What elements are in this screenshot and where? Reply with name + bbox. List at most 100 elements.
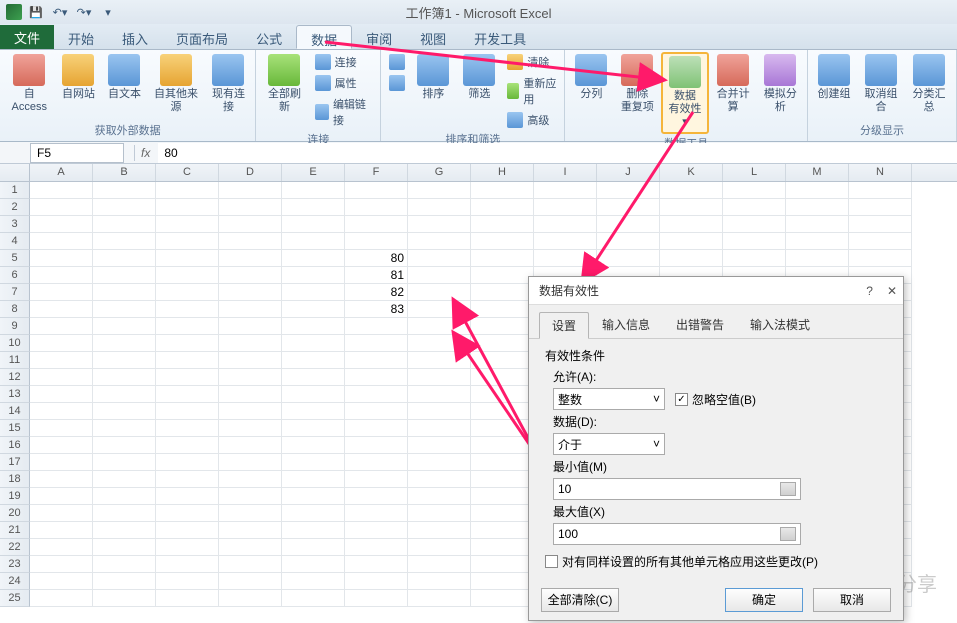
cell[interactable] <box>156 437 219 454</box>
allow-select[interactable]: 整数˅ <box>553 388 665 410</box>
range-select-icon[interactable] <box>780 527 796 541</box>
cell[interactable] <box>219 335 282 352</box>
cell[interactable] <box>408 437 471 454</box>
cell[interactable] <box>282 284 345 301</box>
cell[interactable] <box>345 182 408 199</box>
cell[interactable] <box>156 199 219 216</box>
cell[interactable] <box>471 573 534 590</box>
cell[interactable] <box>849 199 912 216</box>
cell[interactable] <box>219 267 282 284</box>
cell[interactable] <box>30 403 93 420</box>
dialog-tab-ime[interactable]: 输入法模式 <box>737 311 823 338</box>
cell[interactable] <box>408 199 471 216</box>
cell[interactable] <box>408 369 471 386</box>
cell[interactable] <box>408 335 471 352</box>
cell[interactable] <box>156 454 219 471</box>
cell[interactable] <box>345 522 408 539</box>
cell[interactable] <box>93 284 156 301</box>
cell[interactable] <box>282 437 345 454</box>
cell[interactable] <box>282 454 345 471</box>
whatif-button[interactable]: 模拟分析 <box>758 52 803 116</box>
cell[interactable] <box>156 182 219 199</box>
cell[interactable] <box>93 318 156 335</box>
cell[interactable] <box>408 471 471 488</box>
edit-links-button[interactable]: 编辑链接 <box>311 94 377 130</box>
col-header[interactable]: G <box>408 164 471 181</box>
row-header[interactable]: 1 <box>0 182 30 199</box>
cell[interactable] <box>282 573 345 590</box>
row-header[interactable]: 14 <box>0 403 30 420</box>
close-icon[interactable]: ✕ <box>887 284 897 298</box>
cell[interactable] <box>156 284 219 301</box>
cell[interactable] <box>30 505 93 522</box>
cell[interactable] <box>345 437 408 454</box>
name-box[interactable]: F5 <box>30 143 124 163</box>
col-header[interactable]: E <box>282 164 345 181</box>
select-all-corner[interactable] <box>0 164 30 181</box>
cell[interactable] <box>849 233 912 250</box>
col-header[interactable]: L <box>723 164 786 181</box>
cell[interactable] <box>345 335 408 352</box>
cell[interactable] <box>30 556 93 573</box>
cell[interactable] <box>282 420 345 437</box>
cell[interactable] <box>408 420 471 437</box>
col-header[interactable]: B <box>93 164 156 181</box>
cell[interactable] <box>471 454 534 471</box>
cell[interactable] <box>723 216 786 233</box>
cell[interactable] <box>282 590 345 607</box>
cell[interactable] <box>156 352 219 369</box>
cell[interactable] <box>723 250 786 267</box>
apply-all-checkbox[interactable]: 对有同样设置的所有其他单元格应用这些更改(P) <box>545 553 887 570</box>
cell[interactable] <box>534 216 597 233</box>
cell[interactable] <box>282 335 345 352</box>
cell[interactable] <box>93 437 156 454</box>
cell[interactable] <box>219 539 282 556</box>
cell[interactable] <box>408 556 471 573</box>
cell[interactable] <box>156 539 219 556</box>
cell[interactable] <box>30 182 93 199</box>
from-web-button[interactable]: 自网站 <box>56 52 100 103</box>
cell[interactable] <box>219 573 282 590</box>
cell[interactable] <box>345 539 408 556</box>
cell[interactable] <box>156 505 219 522</box>
remove-duplicates-button[interactable]: 删除重复项 <box>615 52 659 116</box>
tab-insert[interactable]: 插入 <box>108 25 162 49</box>
col-header[interactable]: N <box>849 164 912 181</box>
cell[interactable] <box>156 403 219 420</box>
clear-filter-button[interactable]: 清除 <box>503 52 560 72</box>
cell[interactable] <box>345 233 408 250</box>
cell[interactable]: 81 <box>345 267 408 284</box>
cell[interactable] <box>282 199 345 216</box>
clear-all-button[interactable]: 全部清除(C) <box>541 588 619 612</box>
cell[interactable] <box>219 352 282 369</box>
cell[interactable] <box>408 267 471 284</box>
cell[interactable] <box>156 216 219 233</box>
cell[interactable] <box>408 590 471 607</box>
cell[interactable] <box>156 471 219 488</box>
cell[interactable] <box>30 233 93 250</box>
cell[interactable] <box>93 471 156 488</box>
cell[interactable] <box>156 556 219 573</box>
cell[interactable] <box>93 301 156 318</box>
cell[interactable] <box>786 216 849 233</box>
row-header[interactable]: 6 <box>0 267 30 284</box>
cell[interactable] <box>93 267 156 284</box>
cell[interactable] <box>345 318 408 335</box>
cell[interactable] <box>345 505 408 522</box>
cell[interactable] <box>30 267 93 284</box>
data-validation-button[interactable]: 数据有效性 ▾ <box>661 52 708 134</box>
cell[interactable] <box>219 250 282 267</box>
cell[interactable] <box>408 403 471 420</box>
cell[interactable] <box>345 573 408 590</box>
cell[interactable] <box>282 369 345 386</box>
cell[interactable] <box>471 301 534 318</box>
cell[interactable] <box>471 403 534 420</box>
cell[interactable] <box>30 301 93 318</box>
cell[interactable] <box>408 318 471 335</box>
cell[interactable] <box>93 539 156 556</box>
undo-button[interactable]: ↶▾ <box>50 2 70 22</box>
row-header[interactable]: 2 <box>0 199 30 216</box>
cell[interactable] <box>282 318 345 335</box>
cell[interactable] <box>219 505 282 522</box>
cell[interactable] <box>408 182 471 199</box>
